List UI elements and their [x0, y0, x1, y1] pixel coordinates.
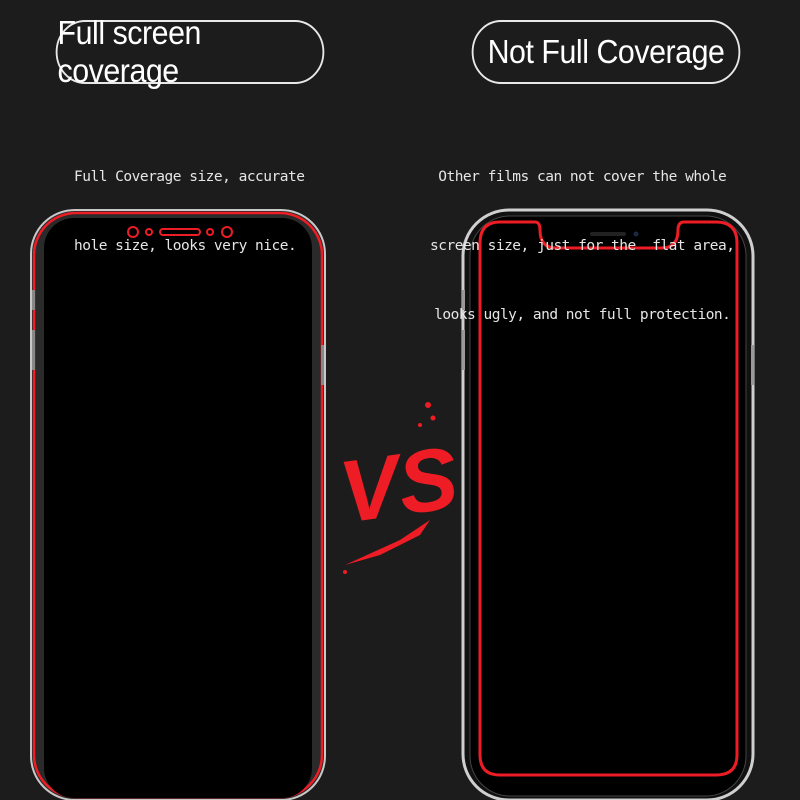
vs-logo: VS	[334, 402, 464, 574]
right-description: Other films can not cover the whole scre…	[430, 120, 735, 350]
left-description: Full Coverage size, accurate hole size, …	[74, 120, 305, 281]
svg-text:VS: VS	[334, 427, 464, 541]
full-coverage-phone	[30, 209, 326, 800]
left-description-line: Full Coverage size, accurate	[74, 169, 305, 185]
left-description-line: hole size, looks very nice.	[74, 238, 297, 254]
right-description-line: screen size, just for the flat area,	[430, 238, 735, 254]
full-screen-coverage-label: Full screen coverage	[55, 14, 325, 89]
right-description-line: looks ugly, and not full protection.	[434, 307, 731, 323]
right-description-line: Other films can not cover the whole	[438, 169, 727, 185]
not-full-coverage-label: Not Full Coverage	[471, 20, 741, 84]
